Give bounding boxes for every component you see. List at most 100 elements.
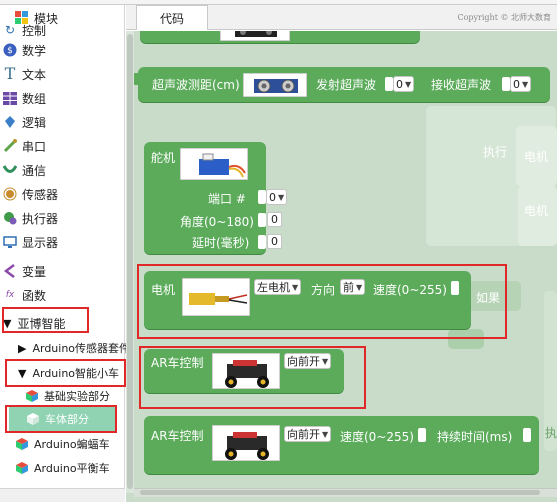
subgroup-sensor-kit[interactable]: ▶ Arduino传感器套件 bbox=[18, 337, 130, 359]
kit-item-bat-car[interactable]: Arduino蝙蝠车 bbox=[14, 433, 110, 455]
ghost-label: 执 bbox=[545, 426, 557, 440]
cube-icon bbox=[24, 388, 40, 404]
servo-motor-image bbox=[180, 148, 248, 180]
tab-code[interactable]: 代码 bbox=[136, 5, 208, 30]
partial-block-top[interactable] bbox=[140, 31, 420, 43]
delay-input[interactable]: 0 bbox=[267, 234, 282, 249]
category-serial[interactable]: 串口 bbox=[2, 135, 46, 157]
category-variable[interactable]: 变量 bbox=[2, 260, 46, 282]
subgroup-label: Arduino智能小车 bbox=[32, 367, 120, 380]
kit-item-label: 车体部分 bbox=[45, 413, 89, 426]
kit-item-basic[interactable]: 基础实验部分 bbox=[24, 385, 110, 407]
direction-value: 前 bbox=[343, 281, 354, 294]
category-label: 函数 bbox=[22, 288, 47, 303]
category-label: 数学 bbox=[22, 43, 47, 58]
kit-item-label: Arduino蝙蝠车 bbox=[34, 438, 110, 451]
ar-car-timed-action-dropdown[interactable]: 向前开 ▼ bbox=[284, 426, 332, 442]
kit-item-label: 基础实验部分 bbox=[44, 390, 110, 403]
subgroup-label: Arduino传感器套件 bbox=[32, 342, 131, 355]
ultrasonic-block[interactable]: 超声波测距(cm) 发射超声波 0 ▼ 接收超声波 0 ▼ bbox=[138, 67, 550, 102]
cube-icon bbox=[14, 460, 30, 476]
serial-icon bbox=[2, 138, 18, 154]
ar-car-action-dropdown[interactable]: 向前开 ▼ bbox=[284, 353, 332, 369]
motor-image bbox=[182, 278, 250, 316]
logic-icon bbox=[2, 114, 18, 130]
group-yahboom[interactable]: ▼ 亚博智能 bbox=[3, 312, 65, 334]
motor-select-value: 左电机 bbox=[257, 281, 290, 294]
motor-select-dropdown[interactable]: 左电机 ▼ bbox=[254, 279, 302, 295]
category-label: 显示器 bbox=[22, 235, 59, 250]
cube-icon bbox=[25, 411, 41, 427]
category-text[interactable]: T 文本 bbox=[2, 63, 46, 85]
text-icon: T bbox=[4, 64, 16, 83]
ghost-label: 如果 bbox=[476, 291, 501, 305]
chevron-down-icon: ▼ bbox=[322, 429, 329, 439]
direction-dropdown[interactable]: 前 ▼ bbox=[340, 279, 366, 295]
variable-icon bbox=[2, 263, 18, 279]
ar-car-control-timed-block[interactable]: AR车控制 向前开 ▼ 速度(0~255) 持续时间(ms) bbox=[144, 416, 539, 474]
repeat-icon: ↻ bbox=[4, 23, 16, 37]
angle-input[interactable]: 0 bbox=[267, 212, 282, 227]
array-icon bbox=[2, 90, 18, 106]
category-logic[interactable]: 逻辑 bbox=[2, 111, 46, 133]
category-label: 控制 bbox=[22, 23, 47, 38]
cube-icon bbox=[14, 436, 30, 452]
kit-item-label: Arduino平衡车 bbox=[34, 462, 110, 475]
trig-pin-value: 0 bbox=[396, 77, 403, 91]
speed-label: 速度(0~255) bbox=[373, 283, 447, 297]
category-label: 变量 bbox=[22, 264, 47, 279]
input-socket bbox=[258, 190, 266, 204]
angle-label: 角度(0~180) bbox=[180, 215, 254, 229]
category-control[interactable]: ↻ 控制 bbox=[2, 23, 47, 38]
timed-speed-label: 速度(0~255) bbox=[340, 430, 414, 444]
sidebar-scrollbar[interactable] bbox=[0, 488, 125, 502]
motor-label: 电机 bbox=[151, 283, 176, 297]
trig-pin-dropdown[interactable]: 0 ▼ bbox=[393, 76, 415, 92]
port-label: 端口 # bbox=[208, 192, 246, 206]
category-sensor[interactable]: 传感器 bbox=[2, 183, 58, 205]
group-label: 亚博智能 bbox=[17, 316, 66, 331]
chevron-down-icon: ▼ bbox=[292, 282, 299, 292]
category-label: 传感器 bbox=[22, 187, 59, 202]
kit-item-car-body[interactable]: 车体部分 bbox=[9, 407, 117, 431]
display-icon bbox=[2, 234, 18, 250]
category-math[interactable]: $ 数学 bbox=[2, 39, 46, 61]
scrollbar-thumb[interactable] bbox=[127, 34, 133, 489]
ghost-label: 执行 bbox=[483, 145, 508, 159]
speed-input-socket[interactable] bbox=[418, 428, 426, 442]
speed-input-socket[interactable] bbox=[451, 281, 459, 295]
toolbox-sidebar: 模块 ↻ 控制 $ 数学 T 文本 数组 逻辑 串口 通信 传感器 执行器 显示… bbox=[0, 5, 130, 502]
duration-input-socket[interactable] bbox=[523, 428, 531, 442]
ar-car-control-timed-label: AR车控制 bbox=[151, 429, 204, 443]
blocks-workspace[interactable]: 执行 电机 电机 如果 执 超声波测距(cm) 发射超声波 0 ▼ 接收超声波 0… bbox=[126, 31, 557, 502]
ar-car-control-block[interactable]: AR车控制 向前开 ▼ bbox=[144, 349, 344, 393]
echo-pin-value: 0 bbox=[513, 77, 520, 91]
direction-label: 方向 bbox=[311, 283, 336, 297]
collapsed-triangle-icon: ▶ bbox=[18, 341, 27, 355]
echo-pin-dropdown[interactable]: 0 ▼ bbox=[510, 76, 532, 92]
motor-block[interactable]: 电机 左电机 ▼ 方向 前 ▼ 速度(0~255) bbox=[144, 271, 471, 329]
chevron-down-icon: ▼ bbox=[356, 282, 363, 292]
chevron-down-icon: ▼ bbox=[405, 79, 412, 89]
category-array[interactable]: 数组 bbox=[2, 87, 46, 109]
kit-item-balance-car[interactable]: Arduino平衡车 bbox=[14, 457, 110, 479]
svg-text:$: $ bbox=[7, 46, 13, 56]
ar-car-control-label: AR车控制 bbox=[151, 356, 204, 370]
subgroup-smart-car[interactable]: ▼ Arduino智能小车 bbox=[18, 362, 119, 384]
category-display[interactable]: 显示器 bbox=[2, 231, 58, 253]
category-label: 逻辑 bbox=[22, 115, 47, 130]
category-label: 执行器 bbox=[22, 211, 59, 226]
input-socket bbox=[502, 77, 510, 91]
delay-label: 延时(毫秒) bbox=[192, 236, 250, 250]
ultrasonic-label: 超声波测距(cm) bbox=[152, 78, 240, 92]
port-dropdown[interactable]: 0 ▼ bbox=[266, 189, 288, 205]
sensor-icon bbox=[2, 186, 18, 202]
category-function[interactable]: fx 函数 bbox=[2, 284, 46, 306]
category-actuator[interactable]: 执行器 bbox=[2, 207, 58, 229]
scrollbar-thumb[interactable] bbox=[140, 490, 540, 495]
ghost-label: 电机 bbox=[524, 204, 549, 218]
tab-label: 代码 bbox=[159, 11, 184, 26]
servo-block[interactable]: 舵机 端口 # 0 ▼ 角度(0~180) 0 延时(毫秒) 0 bbox=[144, 142, 288, 254]
category-communication[interactable]: 通信 bbox=[2, 159, 46, 181]
expanded-triangle-icon: ▼ bbox=[3, 316, 12, 330]
